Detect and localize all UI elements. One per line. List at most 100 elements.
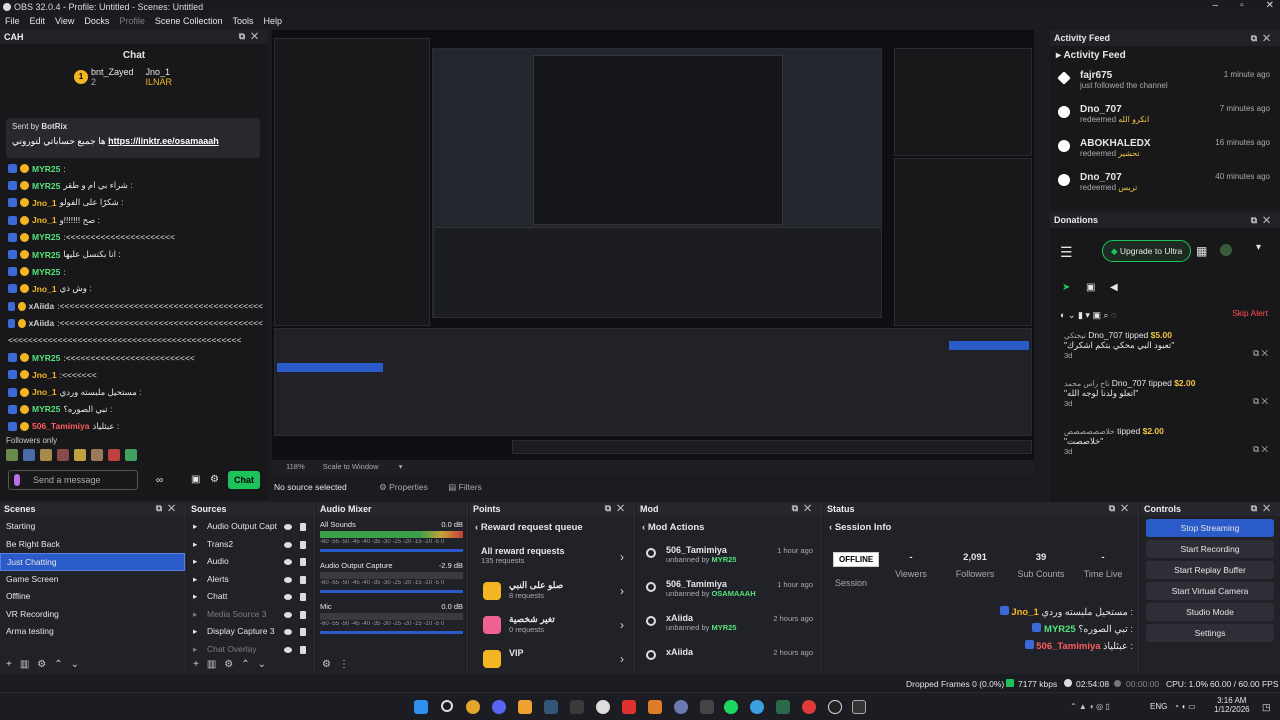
stop-streaming-button[interactable]: Stop Streaming [1146,519,1274,537]
reward-item[interactable]: VIP › [469,642,634,676]
chat-username[interactable]: Jno_1 [32,215,57,225]
scene-item[interactable]: Just Chatting [0,553,185,571]
reward-item[interactable]: تغير شخصية 0 requests › [469,608,634,642]
filter-icons[interactable]: ◐ ⌄ ▮ ▾ ▣ ⌕ ◌ [1060,310,1116,321]
discord-icon[interactable] [492,700,506,714]
chat-username[interactable]: MYR25 [32,181,60,191]
studio-mode-button[interactable]: Studio Mode [1146,603,1274,621]
app-icon[interactable] [674,700,688,714]
app-icon[interactable] [802,700,816,714]
source-item[interactable]: ▸ Media Source 3 [187,606,314,624]
properties-button[interactable]: ⚙ Properties [379,482,428,492]
emote-icon[interactable] [23,449,35,461]
dock-controls[interactable]: ⧉✕ [239,31,264,42]
dock-controls[interactable]: ⧉✕ [1251,503,1276,514]
scene-item[interactable]: Game Screen [0,571,185,589]
source-item[interactable]: ▸ Audio [187,553,314,571]
chevron-right-icon[interactable]: ▸ [193,518,197,536]
lock-icon[interactable] [300,645,306,654]
chat-username[interactable]: xAiida [29,301,55,311]
chevron-right-icon[interactable]: ▸ [193,571,197,589]
lock-icon[interactable] [300,628,306,636]
scene-item[interactable]: Arma testing [0,623,185,641]
chat-username[interactable]: MYR25 [32,232,60,242]
app-icon[interactable] [570,700,584,714]
eye-icon[interactable] [284,576,292,583]
grid-icon[interactable]: ▦ [1196,244,1207,258]
clock[interactable]: 3:16 AM 1/12/2026 [1214,696,1250,714]
chevron-down-icon[interactable]: ▾ [1256,242,1261,253]
spotify-icon[interactable] [724,700,738,714]
dock-controls[interactable]: ⧉✕ [1109,503,1134,514]
replay-icon[interactable]: ⧉ ✕ [1253,444,1268,455]
menu-tools[interactable]: Tools [232,16,253,26]
obs-taskbar-icon[interactable] [596,700,610,714]
reward-item[interactable]: صلو على النبي 8 requests › [469,574,634,608]
app-icon[interactable] [852,700,866,714]
chat-username[interactable]: MYR25 [32,267,60,277]
scene-item[interactable]: Starting [0,518,185,536]
maximize-icon[interactable]: ▫ [1240,0,1244,11]
activity-item[interactable]: Dno_707 redeemed تريس 40 minutes ago [1050,168,1280,202]
avatar[interactable] [1220,244,1232,256]
chevron-down-icon[interactable]: ▾ [399,462,403,471]
app-icon[interactable] [828,700,842,714]
search-icon[interactable] [441,700,453,712]
chat-username[interactable]: MYR25 [32,353,60,363]
scene-toolbar[interactable]: +▥⚙⌃⌄ [6,659,87,670]
dock-controls[interactable]: ⧉✕ [1251,212,1276,228]
chevron-right-icon[interactable]: › [620,584,624,598]
eye-icon[interactable] [284,629,292,635]
dock-controls[interactable]: ⧉✕ [1251,30,1276,46]
minimize-icon[interactable]: – [1213,0,1219,11]
emote-icon[interactable] [125,449,137,461]
chat-username[interactable]: MYR25 [32,164,60,174]
chevron-right-icon[interactable]: ▸ [193,536,197,554]
source-item[interactable]: ▸ Trans2 [187,536,314,554]
chat-username[interactable]: Jno_1 [32,284,57,294]
chat-username[interactable]: MYR25 [32,250,60,260]
chevron-right-icon[interactable]: ▸ [193,588,197,606]
emote-icon[interactable] [74,449,86,461]
steam-icon[interactable] [544,700,558,714]
notification-icon[interactable]: ◳ [1262,702,1271,713]
app-icon[interactable] [776,700,790,714]
start-replay-buffer-button[interactable]: Start Replay Buffer [1146,561,1274,579]
reward-item[interactable]: All reward requests 135 requests › [469,540,634,574]
preview-canvas[interactable] [272,30,1034,460]
replay-icon[interactable]: ⧉ ✕ [1253,396,1268,407]
briefcase-icon[interactable]: ▣ [1086,282,1095,293]
source-toolbar[interactable]: +▥⚙⌃⌄ [193,659,274,670]
chat-username[interactable]: MYR25 [32,404,60,414]
menu-docks[interactable]: Docks [84,16,109,26]
lock-icon[interactable] [300,610,306,619]
windows-start-icon[interactable] [414,700,428,714]
mod-action-item[interactable]: xAiida unbanned by MYR25 2 hours ago [636,608,821,642]
volume-slider[interactable] [320,631,463,634]
menu-view[interactable]: View [55,16,74,26]
eye-icon[interactable] [284,646,292,653]
filters-button[interactable]: ▤ Filters [448,482,482,492]
chat-username[interactable]: Jno_1 [32,198,57,208]
chevron-right-icon[interactable]: › [620,652,624,666]
settings-button[interactable]: Settings [1146,624,1274,642]
chat-send-button[interactable]: Chat [228,471,260,489]
lock-icon[interactable] [300,523,306,531]
scene-item[interactable]: VR Recording [0,606,185,624]
chat-username[interactable]: 506_Tamimiya [32,421,90,431]
app-icon[interactable] [518,700,532,714]
scene-item[interactable]: Offline [0,588,185,606]
gear-icon[interactable]: ⚙ [210,474,219,485]
pinned-link[interactable]: https://linktr.ee/osamaaah [108,136,219,146]
chevron-right-icon[interactable]: ▸ [193,641,197,659]
app-icon[interactable] [622,700,636,714]
activity-item[interactable]: fajr675 just followed the channel 1 minute… [1050,66,1280,100]
mixer-toolbar[interactable]: ⚙⋮ [322,659,357,670]
chat-username[interactable]: xAiida [29,318,55,328]
chat-username[interactable]: Jno_1 [32,370,57,380]
store-icon[interactable]: ▣ [191,474,200,485]
source-item[interactable]: ▸ Alerts [187,571,314,589]
dock-controls[interactable]: ⧉✕ [792,503,817,514]
zoom-level[interactable]: 118% [286,462,305,471]
activity-item[interactable]: Dno_707 redeemed انكرو الله 7 minutes ago [1050,100,1280,134]
